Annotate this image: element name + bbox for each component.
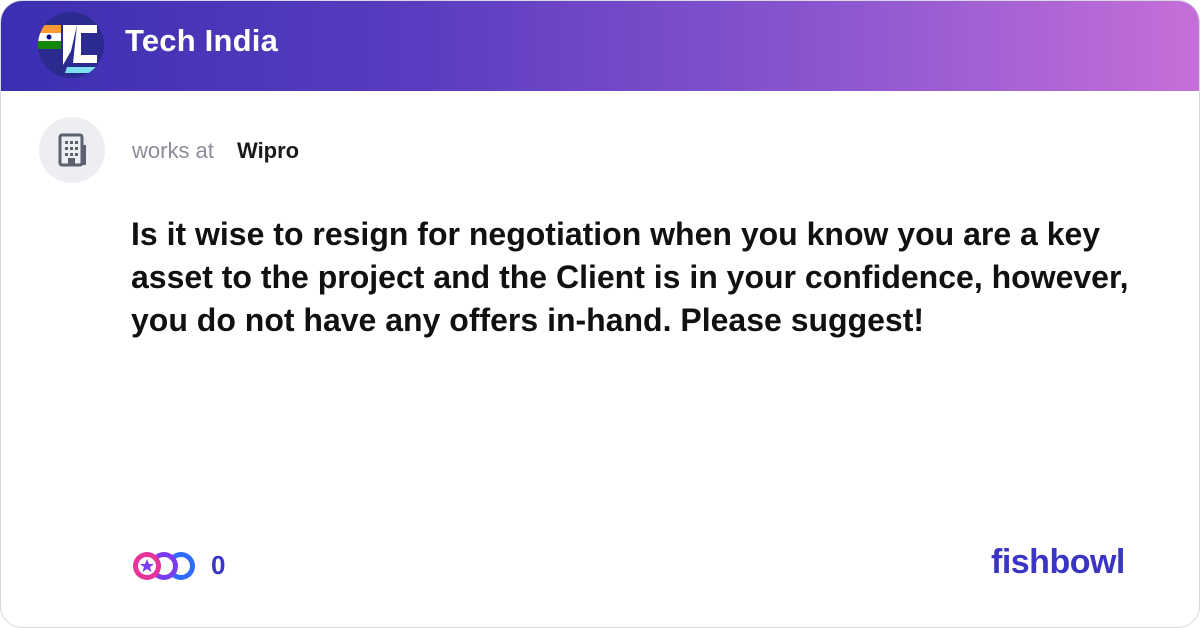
fishbowl-logo[interactable]: fishbowl xyxy=(991,543,1125,582)
bowl-name[interactable]: Tech India xyxy=(125,23,278,59)
company-name[interactable]: Wipro xyxy=(237,138,299,164)
company-avatar xyxy=(39,117,105,183)
bowl-header[interactable]: Tech India xyxy=(1,1,1199,91)
works-at-label: works at xyxy=(132,138,214,163)
post-card[interactable]: Tech India works at Wipro Is it wise to … xyxy=(0,0,1200,628)
reaction-emoji-stack-icon[interactable] xyxy=(131,549,199,583)
tech-india-flag-logo-icon xyxy=(38,12,104,78)
reaction-count: 0 xyxy=(211,550,226,580)
building-icon xyxy=(58,133,86,167)
post-text: Is it wise to resign for negotiation whe… xyxy=(131,216,1129,338)
